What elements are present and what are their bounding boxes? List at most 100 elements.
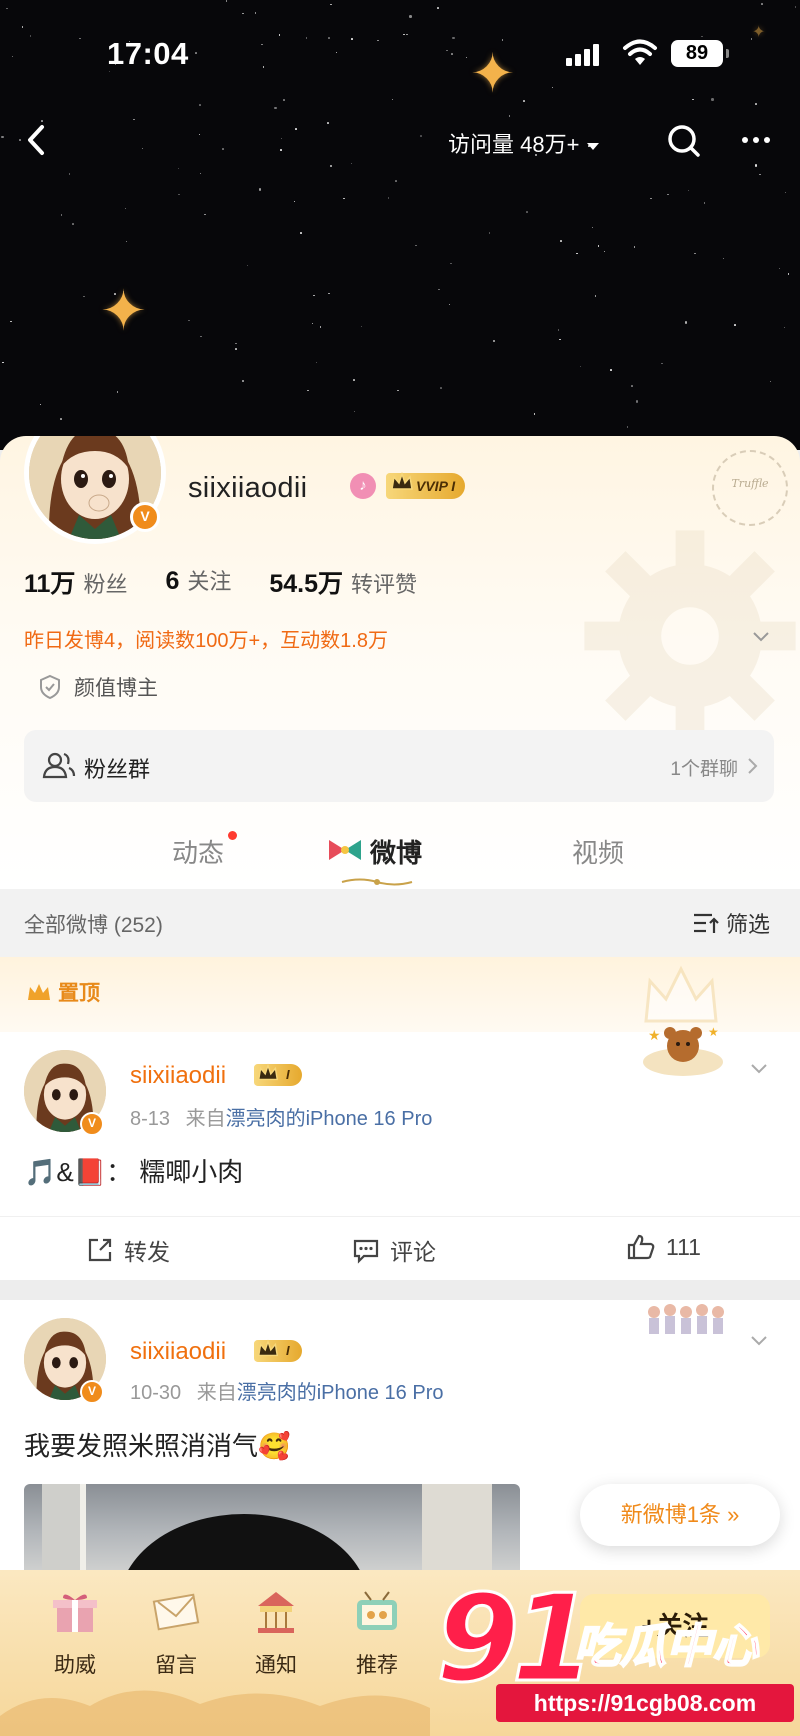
post-source[interactable]: 漂亮肉的iPhone 16 Pro	[226, 1108, 433, 1130]
star-dot	[711, 98, 714, 101]
star-dot	[559, 338, 561, 341]
star-dot	[125, 240, 128, 243]
watermark-logo: 91	[435, 1570, 597, 1709]
post-card[interactable]: V siixiiaodii I 8-13 来自漂亮肉的iPhone 16 Pro…	[0, 1025, 800, 1280]
post-author[interactable]: siixiiaodii	[130, 1338, 226, 1366]
star-dot	[199, 104, 201, 106]
stamp-decoration: Truffle	[712, 450, 788, 526]
crown-icon	[257, 1063, 279, 1081]
creator-badge-icon[interactable]: ♪	[350, 473, 376, 499]
level-badge[interactable]: I	[254, 1063, 302, 1086]
star-dot	[188, 319, 190, 321]
tab-weibo-label: 微博	[370, 838, 423, 868]
shield-check-icon	[40, 674, 60, 700]
bear-sticker-decoration: ★ ★	[643, 1025, 723, 1076]
new-posts-pill[interactable]: 新微博1条 »	[580, 1484, 780, 1546]
vvip-badge[interactable]: VVIP I	[386, 471, 466, 499]
stat-followers[interactable]: 11万 粉丝	[24, 564, 127, 600]
stat-interactions[interactable]: 54.5万 转评赞	[269, 564, 417, 600]
star-dot	[440, 387, 442, 389]
back-arrow-icon[interactable]	[18, 115, 58, 165]
fans-group-row[interactable]: 粉丝群 1个群聊	[24, 730, 774, 802]
repost-icon	[88, 1238, 112, 1262]
repost-button[interactable]: 转发	[86, 1233, 170, 1267]
tab-videos[interactable]: 视频	[572, 833, 624, 870]
star-dot	[242, 12, 244, 15]
all-posts-count: 全部微博 (252)	[24, 914, 163, 937]
star-dot	[597, 245, 600, 247]
message-button[interactable]: 留言	[136, 1588, 216, 1679]
star-dot	[21, 26, 24, 28]
star-dot	[6, 7, 8, 10]
watermark-url: https://91cgb08.com	[496, 1684, 794, 1722]
like-button[interactable]: 111	[626, 1233, 701, 1261]
post-card[interactable]: V siixiiaodii I 10-30 来自漂亮肉的iPhone 16 Pr…	[0, 1300, 800, 1604]
star-dot	[448, 303, 451, 306]
thumbs-up-icon	[627, 1234, 655, 1260]
chevron-down-icon[interactable]	[748, 1058, 770, 1080]
post-text: 我要发照米照消消气🥰	[24, 1431, 291, 1461]
stat-following[interactable]: 6 关注	[165, 564, 231, 600]
star-dot	[83, 295, 85, 297]
level-badge[interactable]: I	[254, 1339, 302, 1362]
star-dot	[778, 267, 781, 270]
activity-summary: 昨日发博4，阅读数100万+，互动数1.8万	[24, 630, 388, 652]
star-dot	[661, 362, 663, 365]
crown-icon	[257, 1339, 279, 1357]
star-dot	[391, 98, 394, 101]
group-icon	[42, 752, 76, 779]
star-dot	[610, 369, 612, 371]
post-meta: 10-30 来自漂亮肉的iPhone 16 Pro	[130, 1382, 444, 1404]
search-icon[interactable]	[664, 121, 704, 161]
svg-text:★: ★	[708, 1025, 719, 1039]
tab-underline-decoration	[341, 878, 413, 886]
star-dot	[684, 321, 688, 324]
cheer-button[interactable]: 助威	[35, 1588, 115, 1679]
bow-icon	[329, 840, 361, 860]
star-dot	[328, 292, 330, 295]
star-dot	[397, 389, 399, 392]
recommend-button[interactable]: 推荐	[337, 1588, 417, 1679]
star-dot	[560, 240, 562, 242]
star-dot	[204, 213, 206, 216]
notify-button[interactable]: 通知	[236, 1588, 316, 1679]
star-dot	[387, 197, 390, 199]
star-dot	[293, 200, 296, 203]
star-dot	[769, 380, 772, 383]
crown-icon	[391, 471, 413, 490]
star-dot	[784, 191, 787, 194]
verified-badge-icon: V	[80, 1112, 104, 1136]
vvip-label: VVIP I	[416, 478, 456, 494]
star-dot	[650, 197, 652, 200]
star-dot	[759, 173, 761, 176]
star-dot	[329, 164, 333, 168]
post-author[interactable]: siixiiaodii	[130, 1062, 226, 1090]
tab-dynamics[interactable]: 动态	[172, 833, 224, 870]
status-time: 17:04	[107, 36, 189, 71]
star-dot	[241, 379, 245, 383]
star-dot	[225, 0, 228, 2]
creator-tag[interactable]: 颜值博主	[38, 672, 158, 702]
status-bar: 17:04 89	[0, 30, 800, 80]
more-icon[interactable]	[734, 125, 778, 155]
post-text: 🎵&📕： 糯唧小肉	[24, 1157, 244, 1187]
star-dot	[667, 193, 669, 196]
star-dot	[360, 325, 363, 328]
figures-sticker-decoration	[648, 1304, 724, 1334]
tv-icon	[357, 1591, 397, 1630]
star-dot	[307, 389, 309, 392]
star-dot	[794, 6, 797, 8]
star-dot	[300, 232, 302, 234]
carousel-icon	[258, 1592, 294, 1633]
star-dot	[633, 246, 636, 248]
star-dot	[10, 320, 12, 323]
post-source[interactable]: 漂亮肉的iPhone 16 Pro	[237, 1382, 444, 1404]
chevron-down-icon[interactable]	[748, 1330, 770, 1352]
star-dot	[235, 342, 237, 345]
star-dot	[116, 391, 119, 393]
star-dot	[694, 252, 696, 255]
visits-dropdown[interactable]: 访问量 48万+	[448, 127, 600, 159]
comment-button[interactable]: 评论	[352, 1233, 436, 1267]
chevron-down-icon[interactable]	[750, 626, 772, 648]
filter-button[interactable]: 筛选	[692, 907, 770, 939]
